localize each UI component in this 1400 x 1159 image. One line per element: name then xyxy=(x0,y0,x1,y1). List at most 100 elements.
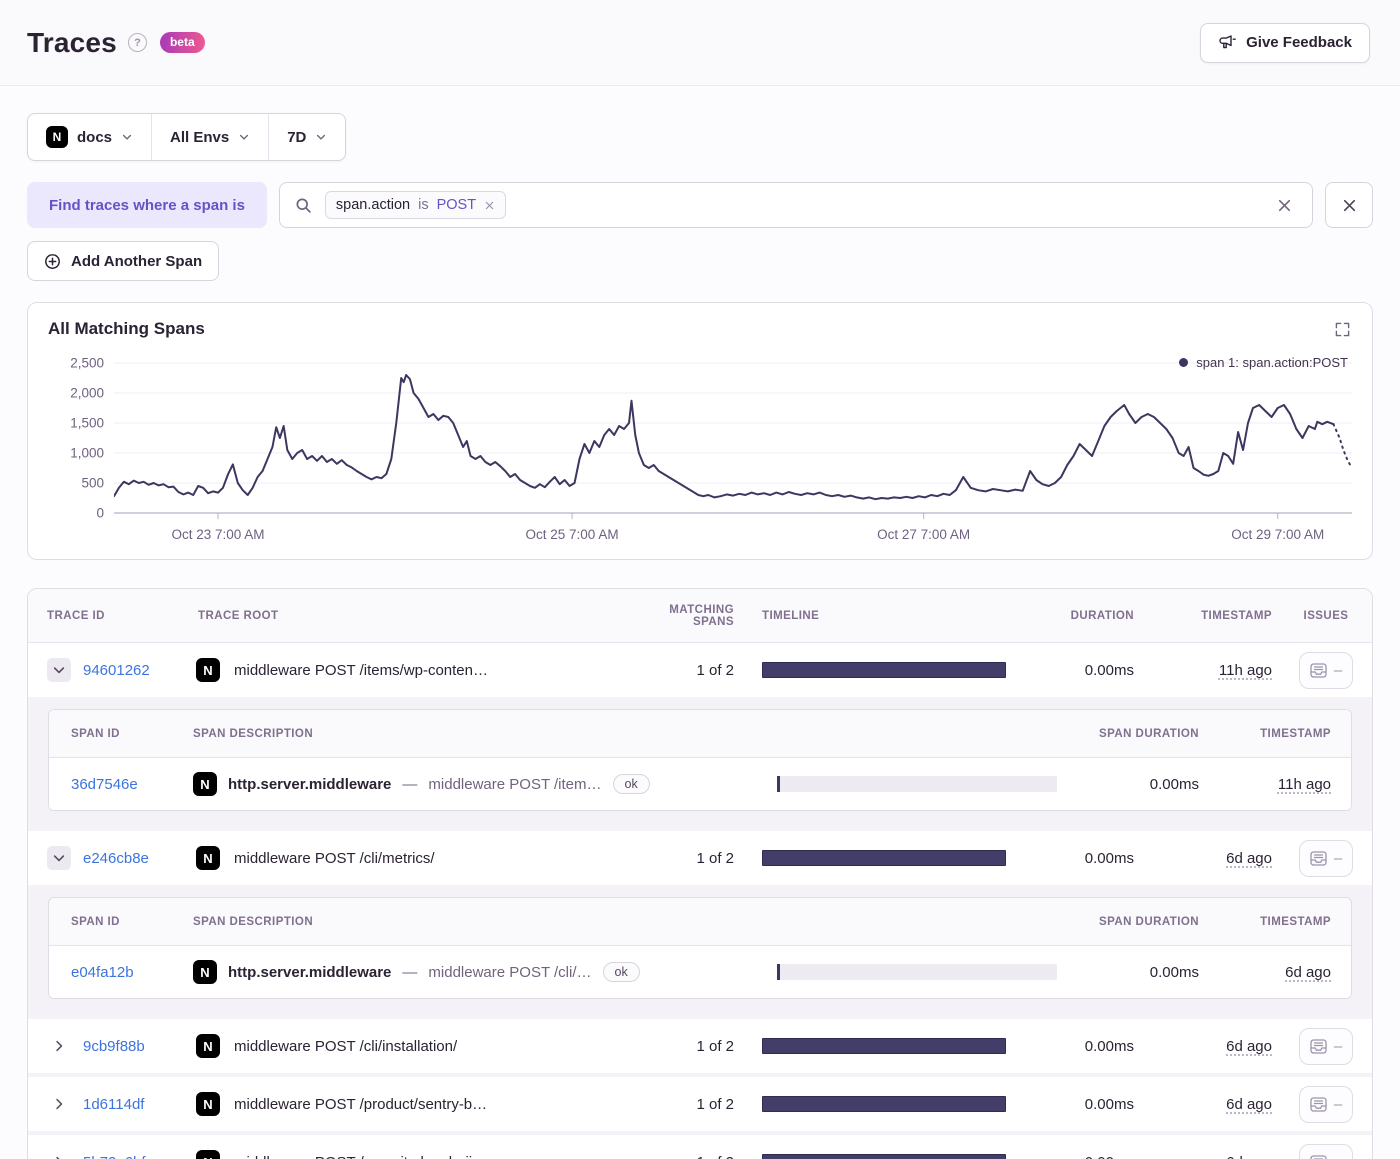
span-duration-value: 0.00ms xyxy=(1149,775,1199,793)
duration-value: 0.00ms xyxy=(1034,1154,1144,1159)
issues-button[interactable]: – xyxy=(1298,651,1354,689)
page-title: Traces xyxy=(27,26,117,58)
remove-token-icon[interactable] xyxy=(484,200,495,211)
table-row[interactable]: 9cb9f88b N middleware POST /cli/installa… xyxy=(28,1019,1372,1073)
issues-empty-dash: – xyxy=(1333,1037,1343,1055)
col-span-duration: SPAN DURATION xyxy=(1099,915,1199,928)
clear-search-button[interactable] xyxy=(1272,193,1297,218)
timeline-bar[interactable] xyxy=(762,850,1006,866)
table-header-row: TRACE ID TRACE ROOT MATCHING SPANS TIMEL… xyxy=(28,589,1372,643)
timeline-bar[interactable] xyxy=(762,662,1006,678)
project-selector[interactable]: N docs xyxy=(28,114,151,160)
timeline-bar[interactable] xyxy=(762,1154,1006,1159)
search-icon xyxy=(296,197,311,213)
chart-plot-area[interactable]: Oct 23 7:00 AM Oct 25 7:00 AM Oct 27 7:00 … xyxy=(114,355,1352,549)
timestamp-value[interactable]: 6d ago xyxy=(1226,850,1272,867)
issues-button[interactable]: – xyxy=(1298,839,1354,877)
chevron-down-icon xyxy=(56,1156,63,1159)
help-icon[interactable]: ? xyxy=(127,33,147,52)
duration-value: 0.00ms xyxy=(1084,661,1134,679)
span-timestamp-value[interactable]: 6d ago xyxy=(1285,964,1331,981)
trace-root-label: middleware POST /cli/installation/ xyxy=(234,1037,458,1055)
issues-button[interactable]: – xyxy=(1298,1085,1354,1123)
timeline-bar[interactable] xyxy=(762,1096,1006,1112)
add-another-span-label: Add Another Span xyxy=(71,252,203,270)
trace-group: e246cb8e N middleware POST /cli/metrics/… xyxy=(28,831,1372,1015)
issues-icon xyxy=(1310,662,1327,678)
chevron-down-icon xyxy=(122,134,132,140)
timeline-bar[interactable] xyxy=(762,1038,1006,1054)
y-tick-label: 500 xyxy=(81,475,104,491)
trace-id-link[interactable]: 1d6114df xyxy=(83,1096,144,1113)
span-rows: e04fa12b N http.server.middleware — midd… xyxy=(49,946,1351,998)
spans-line-chart xyxy=(114,355,1352,521)
timestamp-value[interactable]: 6d ago xyxy=(1226,1096,1272,1113)
span-id-link[interactable]: 36d7546e xyxy=(71,776,138,793)
timestamp-value[interactable]: 11h ago xyxy=(1219,662,1272,679)
nextjs-icon: N xyxy=(46,126,68,148)
trace-id-link[interactable]: 9cb9f88b xyxy=(83,1038,145,1055)
matching-spans-value: 1 of 2 xyxy=(696,1095,734,1113)
col-issues: ISSUES xyxy=(1303,609,1349,622)
y-tick-label: 1,000 xyxy=(70,445,104,461)
span-description-label: middleware POST /cli/… xyxy=(428,963,592,981)
col-span-description: SPAN DESCRIPTION xyxy=(193,915,314,928)
trace-group: 9cb9f88b N middleware POST /cli/installa… xyxy=(28,1019,1372,1073)
filter-token[interactable]: span.action is POST xyxy=(324,191,507,219)
all-matching-spans-chart-card: All Matching Spans span 1: span.action:P… xyxy=(27,302,1373,560)
col-span-timestamp: TIMESTAMP xyxy=(1260,915,1331,928)
separator: — xyxy=(402,775,418,793)
give-feedback-button[interactable]: Give Feedback xyxy=(1200,22,1370,63)
nextjs-icon: N xyxy=(196,1150,220,1159)
chart-x-axis: Oct 23 7:00 AM Oct 25 7:00 AM Oct 27 7:00 … xyxy=(114,525,1352,549)
issues-button[interactable]: – xyxy=(1298,1027,1354,1065)
trace-id-link[interactable]: 94601262 xyxy=(83,662,150,679)
table-row[interactable]: e246cb8e N middleware POST /cli/metrics/… xyxy=(28,831,1372,885)
expand-chevron-button[interactable] xyxy=(47,658,71,682)
filter-token-operator: is xyxy=(418,197,429,213)
find-traces-label: Find traces where a span is xyxy=(27,182,267,228)
separator: — xyxy=(402,963,418,981)
fullscreen-button[interactable] xyxy=(1331,318,1354,341)
expand-chevron-button[interactable] xyxy=(47,846,71,870)
give-feedback-label: Give Feedback xyxy=(1246,34,1352,51)
span-timeline-bar[interactable] xyxy=(777,776,1057,792)
expand-chevron-button[interactable] xyxy=(47,1092,71,1116)
span-id-link[interactable]: e04fa12b xyxy=(71,964,134,981)
x-tick-label: Oct 23 7:00 AM xyxy=(171,527,265,542)
x-tick-label: Oct 29 7:00 AM xyxy=(1231,527,1325,542)
trace-id-link[interactable]: e246cb8e xyxy=(83,850,149,867)
expand-chevron-button[interactable] xyxy=(47,1034,71,1058)
expand-chevron-button[interactable] xyxy=(47,1150,71,1159)
date-range-selector[interactable]: 7D xyxy=(268,114,345,160)
issues-empty-dash: – xyxy=(1333,849,1343,867)
timestamp-value[interactable]: 6d ago xyxy=(1226,1154,1272,1159)
y-tick-label: 2,500 xyxy=(70,355,104,371)
traces-table: TRACE ID TRACE ROOT MATCHING SPANS TIMEL… xyxy=(27,588,1373,1159)
table-row[interactable]: 1d6114df N middleware POST /product/sent… xyxy=(28,1077,1372,1131)
span-search-input[interactable]: span.action is POST xyxy=(278,182,1313,228)
chart-legend: span 1: span.action:POST xyxy=(1179,355,1348,370)
fullscreen-icon xyxy=(1335,322,1350,337)
matching-spans-value: 1 of 2 xyxy=(696,661,734,679)
span-rows: 36d7546e N http.server.middleware — midd… xyxy=(49,758,1351,810)
issues-icon xyxy=(1310,1154,1327,1159)
trace-group: 1d6114df N middleware POST /product/sent… xyxy=(28,1077,1372,1131)
col-timeline: TIMELINE xyxy=(762,609,820,622)
table-row[interactable]: 5b72a6bf N middleware POST /security-leg… xyxy=(28,1135,1372,1159)
issues-button[interactable]: – xyxy=(1298,1143,1354,1159)
environment-selector[interactable]: All Envs xyxy=(151,114,268,160)
legend-label: span 1: span.action:POST xyxy=(1196,355,1348,370)
span-row[interactable]: 36d7546e N http.server.middleware — midd… xyxy=(49,758,1351,810)
add-another-span-button[interactable]: Add Another Span xyxy=(27,241,220,281)
timestamp-value[interactable]: 6d ago xyxy=(1226,1038,1272,1055)
table-row[interactable]: 94601262 N middleware POST /items/wp-con… xyxy=(28,643,1372,697)
span-subtable: SPAN ID SPAN DESCRIPTION SPAN DURATION T… xyxy=(48,709,1352,811)
trace-id-link[interactable]: 5b72a6bf xyxy=(83,1154,146,1159)
y-tick-label: 2,000 xyxy=(70,385,104,401)
duration-value: 0.00ms xyxy=(1084,849,1134,867)
span-timestamp-value[interactable]: 11h ago xyxy=(1278,776,1331,793)
span-timeline-bar[interactable] xyxy=(777,964,1057,980)
remove-span-row-button[interactable] xyxy=(1325,182,1373,228)
span-row[interactable]: e04fa12b N http.server.middleware — midd… xyxy=(49,946,1351,998)
